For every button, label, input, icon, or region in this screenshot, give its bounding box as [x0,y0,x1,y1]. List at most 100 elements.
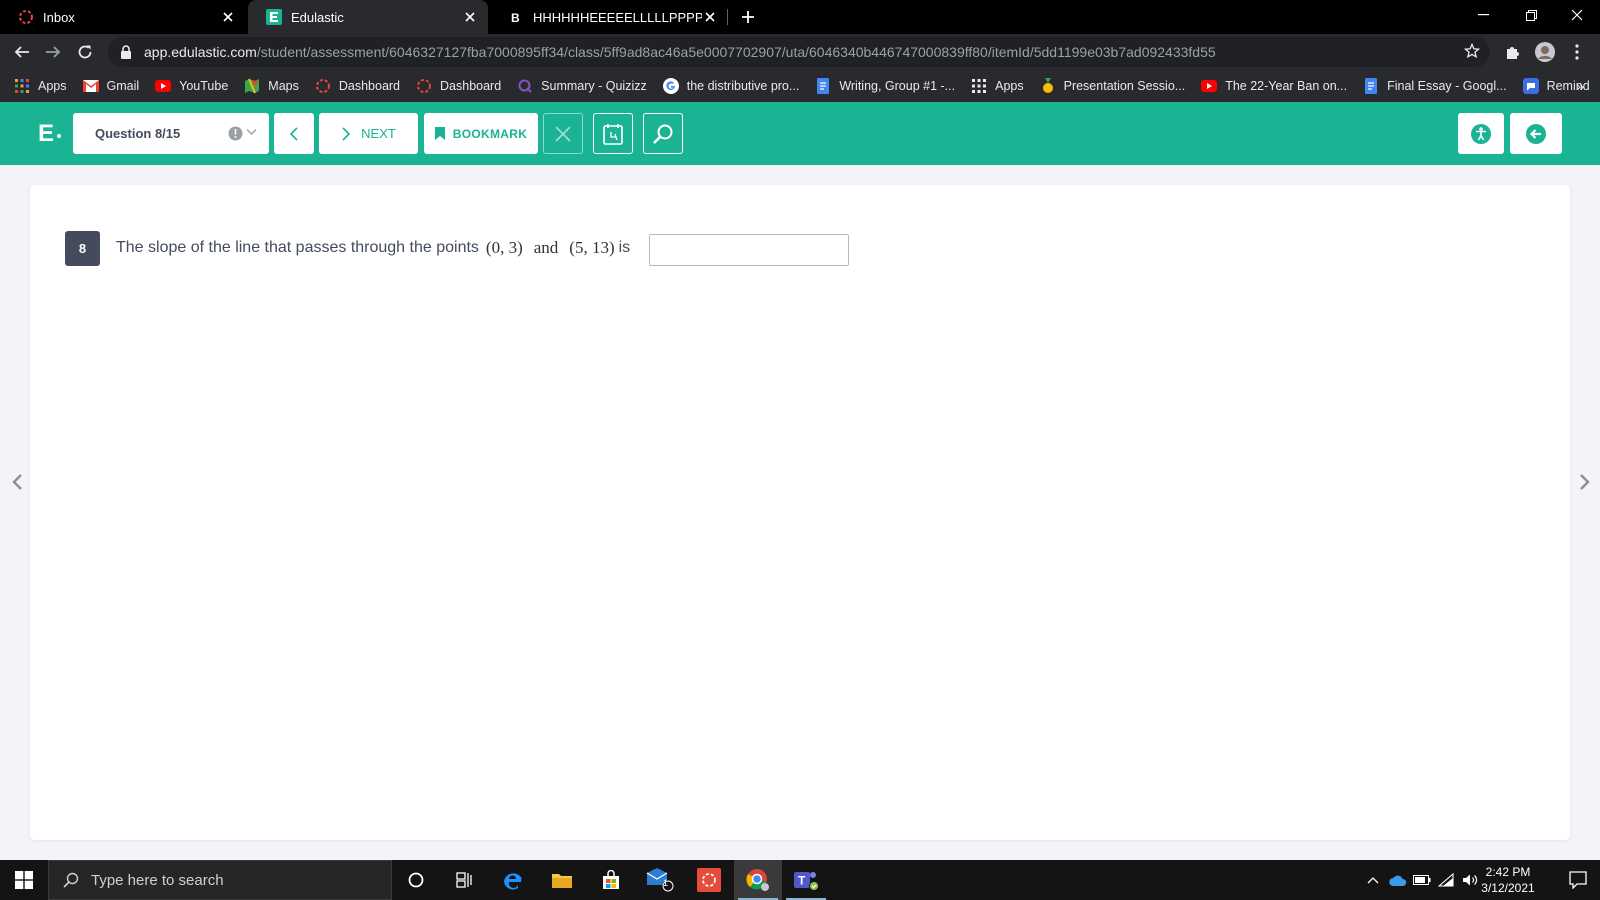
accessibility-icon [1470,123,1492,145]
bookmark-apps[interactable]: Apps [971,78,1024,94]
question-card [30,185,1570,840]
lock-icon [120,45,134,59]
next-question-button[interactable]: NEXT [319,113,418,154]
microsoft-store-icon[interactable] [587,860,635,900]
edge-browser-icon[interactable] [489,860,537,900]
assessment-header: E Question 8/15 NEXT BOOKMARK [0,102,1600,165]
magnifier-tool-button[interactable] [643,113,683,154]
close-x-icon [554,125,572,143]
bookmark-label: the distributive pro... [686,79,800,93]
bookmarks-overflow-chevron[interactable]: » [1576,78,1584,94]
teams-icon[interactable]: T [782,860,830,900]
svg-text:B: B [511,11,520,25]
bookmark-22-year-ban[interactable]: The 22-Year Ban on... [1201,78,1347,94]
bookmark-dashboard[interactable]: Dashboard [416,78,501,94]
bookmark-label: Apps [38,79,67,93]
windows-taskbar: Type here to search 1 T 2:42 PM 3/12/202… [0,860,1600,900]
math-connector: and [533,238,559,257]
taskbar-search-box[interactable]: Type here to search [48,860,392,900]
next-label: NEXT [361,126,396,141]
bookmark-apps[interactable]: Apps [14,78,67,94]
close-tab-icon[interactable] [220,9,236,25]
mail-icon[interactable]: 1 [636,860,684,900]
edulastic-icon [266,9,282,25]
battery-icon[interactable] [1411,860,1433,900]
action-center-icon[interactable] [1556,860,1600,900]
previous-question-button[interactable] [274,113,314,154]
bookmark-maps[interactable]: Maps [244,78,299,94]
system-clock[interactable]: 2:42 PM 3/12/2021 [1470,864,1546,896]
bookmark-label: Dashboard [440,79,502,93]
previous-page-arrow[interactable] [8,472,26,492]
remind-icon [1522,78,1539,94]
accessibility-button[interactable] [1458,113,1504,154]
back-arrow-icon[interactable] [11,41,33,63]
tab-title: Edulastic [291,9,344,25]
close-tab-icon[interactable] [702,9,718,25]
onedrive-cloud-icon[interactable] [1387,860,1409,900]
tab-title: HHHHHHEEEEELLLLLPPPPP - Brain [533,9,702,25]
taskbar-search-placeholder: Type here to search [91,871,224,889]
bookmark-google-search[interactable]: the distributive pro... [662,78,800,94]
address-bar[interactable]: app.edulastic.com/student/assessment/604… [108,37,1490,67]
answer-input[interactable] [649,234,849,266]
url-host: app.edulastic.com [144,44,257,60]
search-icon [63,872,79,888]
next-page-arrow[interactable] [1576,472,1594,492]
extensions-puzzle-icon[interactable] [1502,41,1524,63]
task-view-icon[interactable] [440,860,488,900]
tab-inbox[interactable]: Inbox [0,0,246,34]
clock-date: 3/12/2021 [1481,881,1535,895]
bookmark-question-button[interactable]: BOOKMARK [424,113,538,154]
docs-icon [1363,78,1379,94]
bookmark-dashboard[interactable]: Dashboard [315,78,400,94]
bookmark-writing-group[interactable]: Writing, Group #1 -... [815,78,955,94]
exit-assessment-button[interactable] [1510,113,1562,154]
bookmark-quizizz[interactable]: Summary - Quizizz [517,78,647,94]
bookmark-label: Dashboard [338,79,401,93]
restore-window-icon[interactable] [1508,0,1554,30]
maps-icon [244,78,260,94]
show-hidden-icons-chevron[interactable] [1362,860,1384,900]
cortana-circle-icon[interactable] [392,860,440,900]
bookmark-label: YouTube [179,79,229,93]
file-explorer-icon[interactable] [538,860,586,900]
calculator-tool-button[interactable] [593,113,633,154]
bookmark-presentation[interactable]: Presentation Sessio... [1040,78,1185,94]
question-selector-label: Question 8/15 [95,126,181,141]
youtube-icon [155,78,172,94]
bookmark-star-icon[interactable] [1464,43,1480,59]
pinned-app-red-icon[interactable] [685,860,733,900]
windows-start-button[interactable] [0,860,48,900]
reload-icon[interactable] [74,41,96,63]
apps-grid-icon [14,78,30,94]
question-number-badge: 8 [65,231,100,266]
bookmark-final-essay[interactable]: Final Essay - Googl... [1363,78,1507,94]
math-point-2: (5, 13) [569,238,615,257]
crossout-tool-button[interactable] [543,113,583,154]
wifi-icon[interactable] [1435,860,1457,900]
bookmark-youtube[interactable]: YouTube [155,78,228,94]
question-selector-dropdown[interactable]: Question 8/15 [73,113,269,154]
forward-arrow-icon[interactable] [42,41,64,63]
tab-edulastic[interactable]: Edulastic [248,0,488,34]
tab-brainly[interactable]: B HHHHHHEEEEELLLLLPPPPP - Brain [490,0,728,34]
chevron-left-icon [289,126,299,141]
bookmark-label: Writing, Group #1 -... [839,79,956,93]
info-icon [228,126,243,141]
url-path: /student/assessment/6046327127fba7000895… [256,44,1216,60]
google-icon [662,78,679,94]
docs-icon [815,78,831,94]
profile-avatar[interactable] [1534,41,1556,63]
bookmark-gmail[interactable]: Gmail [82,78,139,94]
bookmark-label: BOOKMARK [452,126,528,141]
loading-ring-icon [315,78,331,94]
new-tab-plus-icon[interactable] [738,7,758,27]
brainly-icon: B [508,9,524,25]
close-tab-icon[interactable] [462,9,478,25]
browser-menu-icon[interactable] [1566,41,1588,63]
chrome-taskbar-icon[interactable] [734,860,782,900]
minimize-window-icon[interactable] [1460,0,1506,30]
close-window-icon[interactable] [1554,0,1600,30]
edulastic-logo: E [38,120,62,148]
